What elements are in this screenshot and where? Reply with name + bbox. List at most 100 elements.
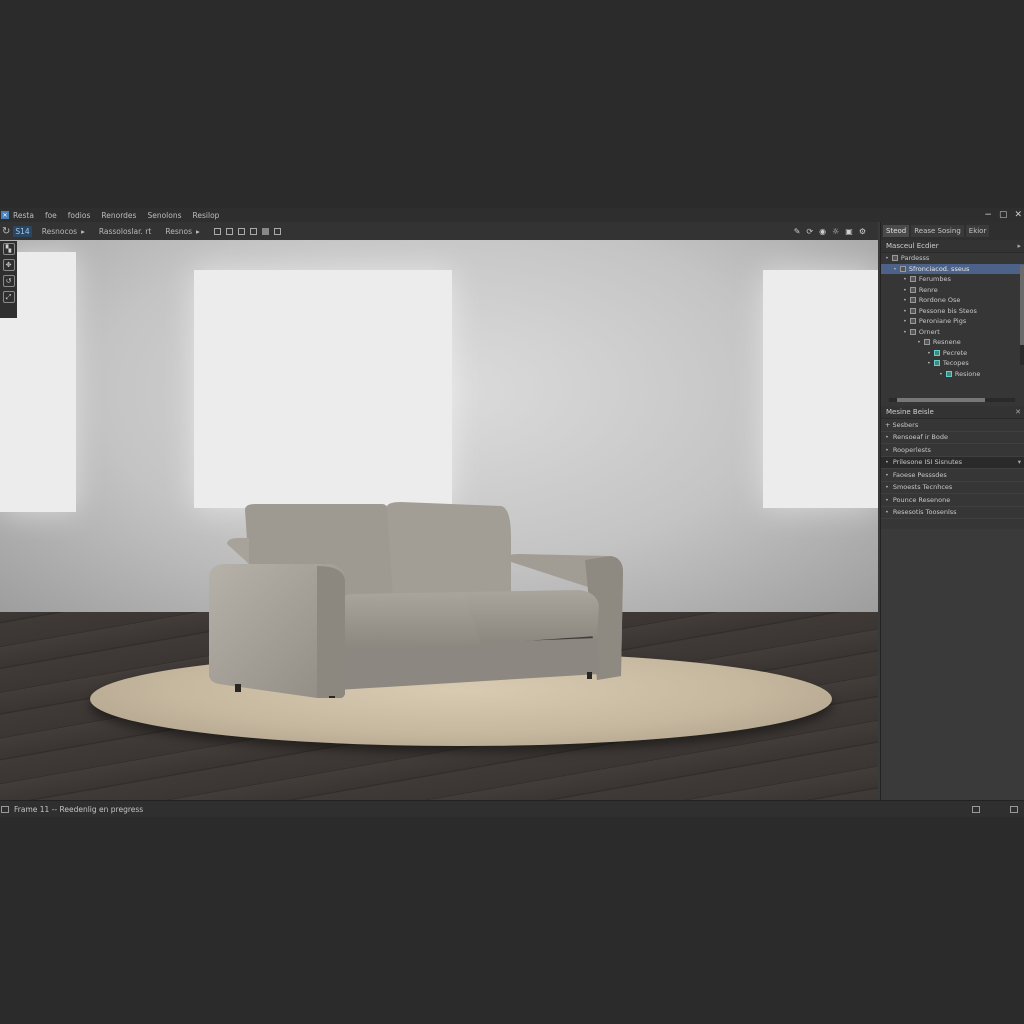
- panel-tabs: Steod Rease Sosing Ekior: [881, 222, 1024, 240]
- menu-item-6[interactable]: Resilop: [193, 211, 220, 220]
- chevron-right-icon: ▸: [81, 226, 85, 236]
- material-item[interactable]: • Pounce Resenone: [881, 494, 1024, 507]
- outliner-item[interactable]: • Resione: [881, 369, 1024, 380]
- settings-icon[interactable]: ⚙: [859, 227, 866, 236]
- outliner-title: Masceul Ecdier: [886, 242, 939, 250]
- snap-icon[interactable]: [237, 227, 245, 235]
- object-icon: [933, 360, 940, 367]
- toolbar: ↻ S14 Resnocos ▸ Rassoloslar. rt Resnos …: [0, 222, 878, 241]
- expand-bullet-icon[interactable]: •: [917, 338, 921, 346]
- refresh-icon[interactable]: ↻: [2, 226, 10, 237]
- menu-item-1[interactable]: Resta: [13, 211, 34, 220]
- sofa-model: [209, 502, 623, 698]
- material-item[interactable]: • Rooperlests: [881, 444, 1024, 457]
- expand-bullet-icon[interactable]: •: [903, 286, 907, 294]
- material-item[interactable]: • Rensoeaf ir Bode: [881, 432, 1024, 444]
- expand-bullet-icon[interactable]: •: [903, 275, 907, 283]
- chevron-down-icon[interactable]: ▾: [1018, 458, 1021, 466]
- light-bulb-icon[interactable]: ☼: [832, 227, 839, 236]
- frame-value[interactable]: S14: [13, 225, 32, 237]
- object-icon: [909, 307, 916, 314]
- outliner-item[interactable]: • Rordone Ose: [881, 295, 1024, 306]
- object-icon: [909, 276, 916, 283]
- bullet-icon: •: [885, 483, 889, 492]
- outliner-item-label: Resione: [954, 369, 981, 378]
- close-window-icon[interactable]: ✕: [1014, 210, 1022, 220]
- outliner-scrollbar-vertical[interactable]: [1020, 265, 1024, 365]
- frame-icon[interactable]: [273, 227, 281, 235]
- expand-bullet-icon[interactable]: •: [939, 370, 943, 378]
- scene-outliner[interactable]: • Pardesss • Sfronciacod. sseus • Ferumbes • Re…: [881, 253, 1024, 406]
- app-logo-icon: ✕: [1, 211, 9, 219]
- render-viewport[interactable]: [0, 240, 878, 800]
- menu-item-3[interactable]: fodios: [68, 211, 91, 220]
- expand-bullet-icon[interactable]: •: [903, 328, 907, 336]
- material-item[interactable]: • Resesotis Toosenlss: [881, 507, 1024, 519]
- outliner-item-label: Resnene: [932, 338, 961, 347]
- maximize-icon[interactable]: ▢: [999, 210, 1008, 220]
- select-tool-icon[interactable]: ▚: [2, 243, 15, 255]
- outliner-item[interactable]: • Peroniane Pigs: [881, 316, 1024, 327]
- material-item-label: + Sesbers: [885, 420, 919, 429]
- material-item[interactable]: • Prilesone ISI Sisnutes ▾: [881, 456, 1024, 469]
- dropdown-1[interactable]: Resnocos ▸: [42, 227, 85, 236]
- object-icon: [909, 328, 916, 335]
- view-icon[interactable]: [213, 227, 221, 235]
- outliner-item[interactable]: • Pecrete: [881, 348, 1024, 359]
- grid-icon[interactable]: [225, 227, 233, 235]
- tab-3[interactable]: Ekior: [965, 225, 990, 237]
- expand-bullet-icon[interactable]: •: [903, 307, 907, 315]
- material-item[interactable]: • Faoese Pesssdes: [881, 469, 1024, 482]
- outliner-item-label: Pecrete: [942, 348, 968, 357]
- render-icon[interactable]: ▣: [845, 227, 853, 236]
- tab-2[interactable]: Rease Sosing: [911, 225, 964, 237]
- expand-bullet-icon[interactable]: •: [885, 254, 889, 262]
- expand-bullet-icon[interactable]: •: [927, 359, 931, 367]
- tab-1[interactable]: Steod: [883, 225, 910, 237]
- expand-bullet-icon[interactable]: •: [903, 296, 907, 304]
- window-controls: − ▢ ✕: [984, 208, 1022, 222]
- menu-item-2[interactable]: foe: [45, 211, 57, 220]
- outliner-scrollbar-horizontal[interactable]: [889, 398, 1015, 402]
- outliner-item[interactable]: • Ferumbes: [881, 274, 1024, 285]
- material-item[interactable]: + Sesbers: [881, 419, 1024, 432]
- outliner-item[interactable]: • Resnene: [881, 337, 1024, 348]
- status-text: Frame 11 -- Reedenlig en pregress: [14, 804, 144, 814]
- outliner-item[interactable]: • Ornert: [881, 327, 1024, 338]
- close-icon[interactable]: ✕: [1015, 408, 1021, 416]
- frame-counter[interactable]: ↻ S14: [2, 225, 32, 237]
- outliner-item[interactable]: • Renre: [881, 285, 1024, 296]
- move-tool-icon[interactable]: ✥: [2, 259, 15, 271]
- menu-item-4[interactable]: Renordes: [101, 211, 136, 220]
- expand-bullet-icon[interactable]: •: [927, 349, 931, 357]
- expand-bullet-icon[interactable]: •: [893, 265, 897, 273]
- dropdown-2-label: Rassoloslar. rt: [98, 226, 152, 236]
- light-icon[interactable]: [249, 227, 257, 235]
- rotate-icon[interactable]: ⟳: [806, 227, 813, 236]
- outliner-item-label: Ornert: [918, 327, 940, 336]
- expand-icon[interactable]: ▸: [1017, 242, 1021, 250]
- tool-strip: ▚ ✥ ↺ ⤢: [0, 241, 17, 318]
- pen-icon[interactable]: ✎: [794, 227, 801, 236]
- outliner-item[interactable]: • Pardesss: [881, 253, 1024, 264]
- outliner-item[interactable]: • Sfronciacod. sseus: [881, 263, 1024, 274]
- display-icon[interactable]: [972, 805, 980, 813]
- dropdown-3[interactable]: Resnos ▸: [165, 227, 199, 236]
- color-swatch-icon[interactable]: [261, 227, 269, 235]
- outliner-item[interactable]: • Tecopes: [881, 358, 1024, 369]
- camera-icon[interactable]: ◉: [819, 227, 826, 236]
- scale-tool-icon[interactable]: ⤢: [2, 291, 15, 303]
- material-item[interactable]: • Smoests Tecnhces: [881, 482, 1024, 494]
- outliner-item-label: Renre: [918, 285, 938, 294]
- status-bar: Frame 11 -- Reedenlig en pregress: [0, 800, 1024, 817]
- menu-item-5[interactable]: Senolons: [147, 211, 181, 220]
- toolbar-icon-group: [213, 227, 281, 235]
- layout-icon[interactable]: [1010, 805, 1018, 813]
- rotate-tool-icon[interactable]: ↺: [2, 275, 15, 287]
- minimize-icon[interactable]: −: [984, 210, 992, 220]
- outliner-item[interactable]: • Pessone bis Steos: [881, 306, 1024, 317]
- materials-list: + Sesbers • Rensoeaf ir Bode • Rooperlests • P…: [881, 419, 1024, 529]
- window-right: [763, 270, 878, 508]
- dropdown-2[interactable]: Rassoloslar. rt: [99, 227, 152, 236]
- expand-bullet-icon[interactable]: •: [903, 317, 907, 325]
